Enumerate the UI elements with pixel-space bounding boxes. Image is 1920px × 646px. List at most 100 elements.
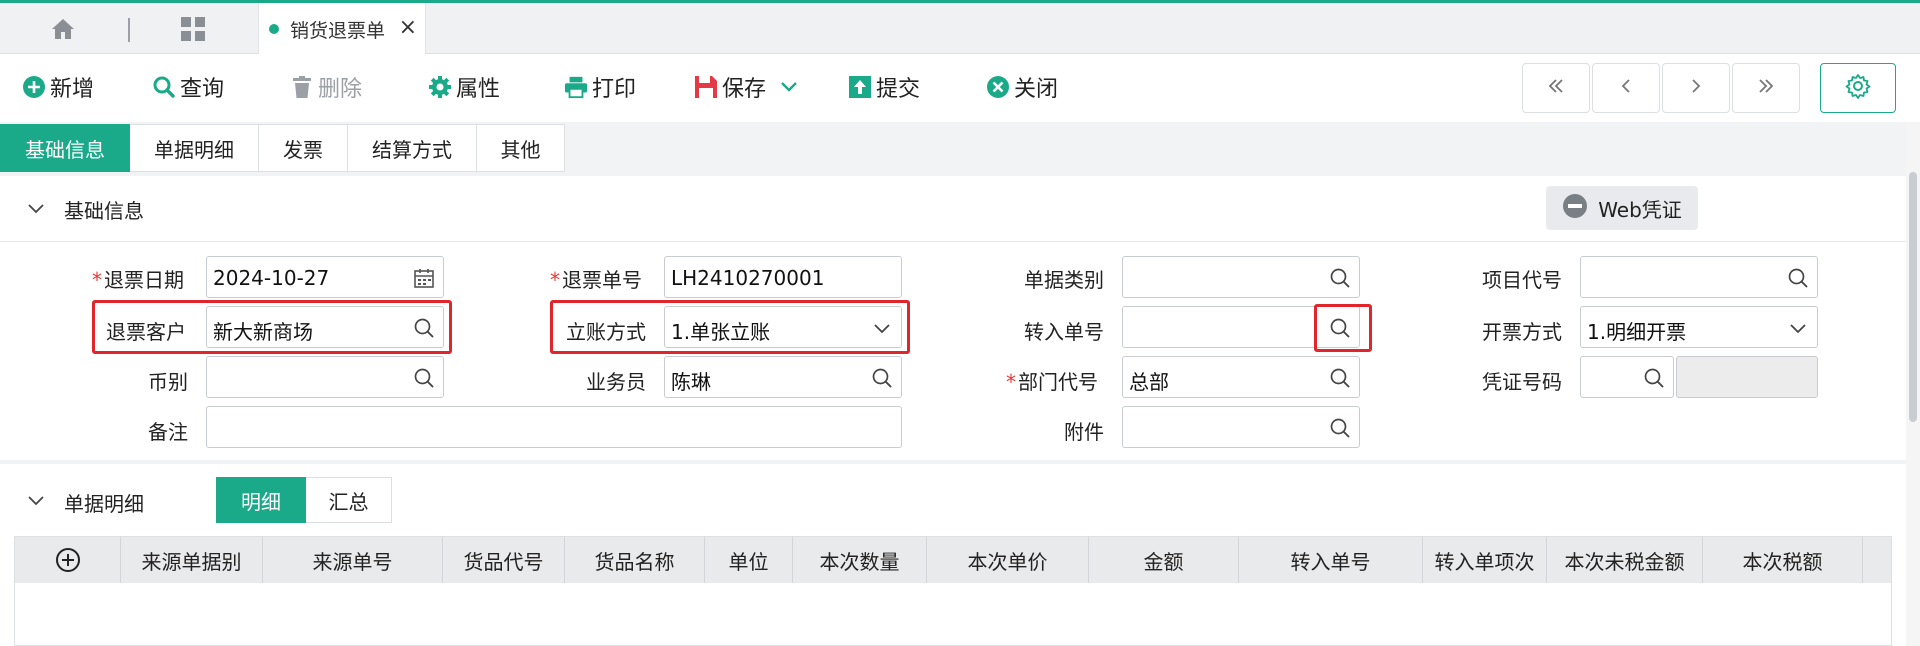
- save-button[interactable]: 保存: [694, 69, 766, 105]
- close-circle-icon: [986, 75, 1010, 99]
- collapse-chevron-icon[interactable]: [26, 490, 46, 510]
- scrollbar-thumb[interactable]: [1909, 172, 1917, 422]
- account-method-value: 1.单张立账: [671, 320, 771, 344]
- chevron-right-icon: [1686, 76, 1706, 101]
- voucher-no-readonly: [1676, 356, 1818, 398]
- print-button[interactable]: 打印: [564, 69, 636, 105]
- col-item-name: 货品名称: [565, 537, 705, 583]
- doc-detail-panel: 单据明细 明细 汇总 来源单据别 来源单号 货品代号 货品名称 单位 本次数量 …: [0, 464, 1906, 646]
- dept-code-field[interactable]: 总部: [1122, 356, 1360, 398]
- collapse-chevron-icon[interactable]: [26, 198, 46, 218]
- tab-other[interactable]: 其他: [477, 124, 565, 172]
- close-button[interactable]: 关闭: [986, 69, 1058, 105]
- account-method-label: 立账方式: [566, 320, 646, 344]
- attachment-field[interactable]: [1122, 406, 1360, 448]
- tab-basic-info[interactable]: 基础信息: [0, 124, 130, 172]
- printer-icon: [564, 75, 588, 99]
- detail-view-toggle: 明细 汇总: [216, 477, 392, 523]
- section-title: 基础信息: [64, 199, 144, 223]
- chevron-down-icon[interactable]: [871, 317, 893, 339]
- salesperson-field[interactable]: 陈琳: [664, 356, 902, 398]
- col-qty: 本次数量: [793, 537, 927, 583]
- salesperson-label: 业务员: [586, 370, 646, 394]
- grid-icon[interactable]: [178, 15, 208, 43]
- return-no-field[interactable]: LH2410270001: [664, 256, 902, 298]
- voucher-no-field[interactable]: [1580, 356, 1674, 398]
- search-icon[interactable]: [1329, 367, 1351, 389]
- vertical-scrollbar[interactable]: [1906, 124, 1920, 646]
- search-icon[interactable]: [413, 317, 435, 339]
- search-icon[interactable]: [1329, 267, 1351, 289]
- currency-field[interactable]: [206, 356, 444, 398]
- transfer-no-field[interactable]: [1122, 306, 1360, 348]
- basic-info-panel: 基础信息 Web凭证 * 退票日期 2024-10-27 * 退票单号 LH2410…: [0, 176, 1906, 460]
- search-icon[interactable]: [1329, 417, 1351, 439]
- tab-sales-return-invoice[interactable]: 销货退票单 ×: [258, 3, 426, 55]
- new-label: 新增: [50, 77, 95, 102]
- required-mark: *: [1006, 370, 1016, 394]
- return-date-label: * 退票日期: [92, 268, 184, 292]
- web-voucher-button[interactable]: Web凭证: [1546, 186, 1698, 230]
- tab-doc-detail[interactable]: 单据明细: [130, 124, 259, 172]
- grid-header: 来源单据别 来源单号 货品代号 货品名称 单位 本次数量 本次单价 金额 转入单…: [15, 537, 1891, 583]
- dept-code-label: * 部门代号: [1006, 370, 1098, 394]
- properties-button[interactable]: 属性: [428, 69, 500, 105]
- col-source-type: 来源单据别: [121, 537, 263, 583]
- account-method-select[interactable]: 1.单张立账: [664, 306, 902, 348]
- col-pretax-amount: 本次未税金额: [1547, 537, 1703, 583]
- print-label: 打印: [592, 77, 637, 102]
- tab-label: 销货退票单: [290, 19, 386, 42]
- col-tax-amount: 本次税额: [1703, 537, 1863, 583]
- search-icon[interactable]: [1643, 367, 1665, 389]
- settings-button[interactable]: [1820, 63, 1896, 113]
- remark-label: 备注: [148, 420, 188, 444]
- chevron-down-icon[interactable]: [1787, 317, 1809, 339]
- basic-info-header: 基础信息 Web凭证: [0, 176, 1906, 242]
- detail-grid: 来源单据别 来源单号 货品代号 货品名称 单位 本次数量 本次单价 金额 转入单…: [14, 536, 1892, 646]
- properties-label: 属性: [456, 77, 501, 102]
- customer-field[interactable]: 新大新商场: [206, 306, 444, 348]
- new-button[interactable]: 新增: [22, 69, 94, 105]
- last-record-button[interactable]: [1732, 63, 1800, 113]
- query-button[interactable]: 查询: [152, 69, 224, 105]
- transfer-no-label: 转入单号: [1024, 320, 1104, 344]
- invoice-method-select[interactable]: 1.明细开票: [1580, 306, 1818, 348]
- remark-field[interactable]: [206, 406, 902, 448]
- home-icon[interactable]: [46, 15, 80, 43]
- next-record-button[interactable]: [1662, 63, 1730, 113]
- voucher-no-label: 凭证号码: [1482, 370, 1562, 394]
- currency-label: 币别: [148, 370, 188, 394]
- delete-label: 删除: [318, 77, 363, 102]
- project-code-label: 项目代号: [1482, 268, 1562, 292]
- segment-summary[interactable]: 汇总: [306, 477, 392, 523]
- doc-category-field[interactable]: [1122, 256, 1360, 298]
- delete-button[interactable]: 删除: [290, 69, 362, 105]
- col-unit: 单位: [705, 537, 793, 583]
- search-icon[interactable]: [1329, 317, 1351, 339]
- submit-button[interactable]: 提交: [848, 69, 920, 105]
- doc-category-label: 单据类别: [1024, 268, 1104, 292]
- tab-settlement[interactable]: 结算方式: [348, 124, 477, 172]
- submit-label: 提交: [876, 77, 921, 102]
- customer-value: 新大新商场: [213, 320, 313, 344]
- minus-circle-icon: [1562, 193, 1588, 224]
- detail-title: 单据明细: [64, 492, 144, 516]
- prev-record-button[interactable]: [1592, 63, 1660, 113]
- active-dot-icon: [269, 24, 279, 34]
- search-icon[interactable]: [1787, 267, 1809, 289]
- add-row-icon[interactable]: [15, 537, 121, 583]
- segment-detail[interactable]: 明细: [216, 477, 306, 523]
- first-record-button[interactable]: [1522, 63, 1590, 113]
- return-date-field[interactable]: 2024-10-27: [206, 256, 444, 298]
- calendar-icon[interactable]: [413, 267, 435, 289]
- save-dropdown-icon[interactable]: [780, 69, 798, 105]
- search-icon: [152, 75, 176, 99]
- tab-invoice[interactable]: 发票: [259, 124, 348, 172]
- search-icon[interactable]: [413, 367, 435, 389]
- search-icon[interactable]: [871, 367, 893, 389]
- close-tab-icon[interactable]: ×: [399, 16, 417, 40]
- customer-label: 退票客户: [106, 320, 186, 344]
- col-source-no: 来源单号: [263, 537, 443, 583]
- project-code-field[interactable]: [1580, 256, 1818, 298]
- attachment-label: 附件: [1064, 420, 1104, 444]
